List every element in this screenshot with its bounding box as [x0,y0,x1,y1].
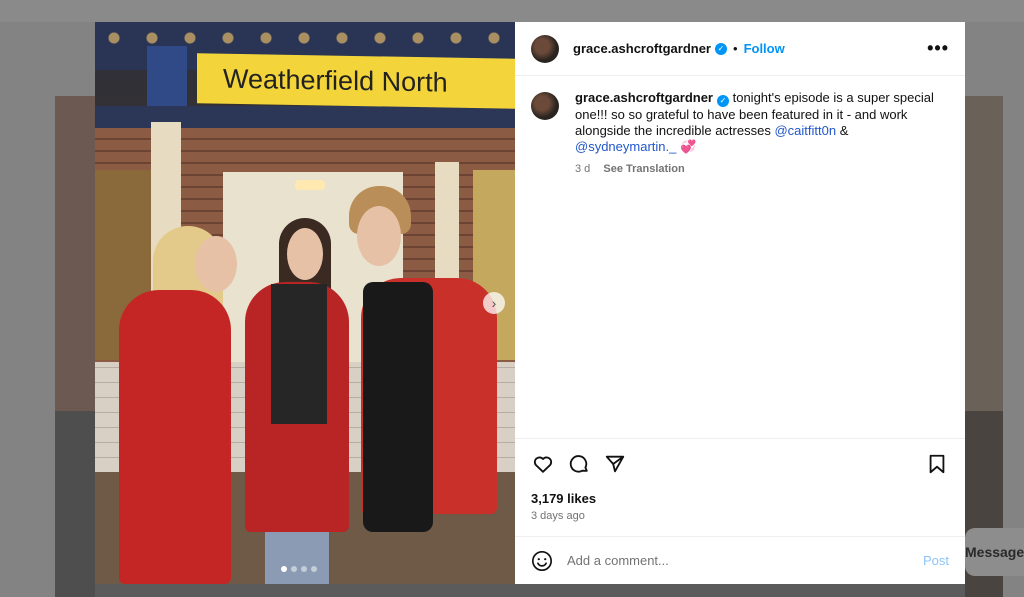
carousel-indicator [281,566,317,572]
emoji-picker-icon[interactable] [531,550,553,572]
background-post-tile [55,411,95,597]
post-actions-section: 3,179 likes 3 days ago [515,438,965,536]
caption-avatar[interactable] [531,92,559,120]
carousel-next-button[interactable]: › [483,292,505,314]
person-3-dress [363,282,433,532]
carousel-dot [311,566,317,572]
save-bookmark-icon[interactable] [925,452,949,476]
background-bottom [95,584,965,597]
caption-body: grace.ashcroftgardner ✓ tonight's episode… [575,90,945,424]
mention-link[interactable]: @sydneymartin._ [575,139,676,154]
station-sign-text: Weatherfield North [223,63,448,98]
person-2-face [287,228,323,280]
header-separator: • [733,41,738,56]
post-modal: Weatherfield North › grace.ashcroftgardn… [95,22,965,584]
comment-bar: Add a comment... Post [515,536,965,584]
comment-input[interactable]: Add a comment... [567,553,923,568]
more-options-icon[interactable]: ••• [927,38,949,59]
station-sign: Weatherfield North [197,53,515,109]
post-timestamp: 3 days ago [531,510,585,522]
caption-username[interactable]: grace.ashcroftgardner [575,90,713,105]
background-top [0,0,1024,22]
action-bar [531,449,949,479]
photo-door-light [295,180,325,190]
caption-age: 3 d [575,163,591,175]
photo-canopy-lights [95,28,515,48]
person-1-face [195,236,237,292]
author-avatar[interactable] [531,34,559,63]
follow-button[interactable]: Follow [744,41,785,56]
verified-badge-icon: ✓ [715,42,727,55]
caption-meta: 3 d See Translation [575,161,945,177]
see-translation-link[interactable]: See Translation [603,163,684,175]
author-username[interactable]: grace.ashcroftgardner [573,41,711,56]
mention-link[interactable]: @caitfitt0n [774,123,836,138]
background-post-tile [965,96,1003,411]
background-post-tile [55,96,95,411]
verified-badge-icon: ✓ [717,95,729,107]
messages-label: Messages [965,544,1024,560]
post-comment-button[interactable]: Post [923,553,949,568]
messages-button[interactable]: Messages [965,528,1024,576]
share-paper-plane-icon[interactable] [603,452,627,476]
post-details-panel: grace.ashcroftgardner ✓ • Follow ••• gra… [515,22,965,584]
post-caption: grace.ashcroftgardner ✓ tonight's episode… [515,76,965,438]
person-3-face [357,206,401,266]
post-header: grace.ashcroftgardner ✓ • Follow ••• [515,22,965,76]
like-count[interactable]: 3,179 likes [531,491,949,506]
carousel-dot [291,566,297,572]
person-2-top [271,284,327,424]
person-1-coat [119,290,231,584]
caption-text: & [836,123,849,138]
post-photo[interactable]: Weatherfield North › [95,22,515,584]
carousel-dot [301,566,307,572]
chevron-right-icon: › [491,295,497,311]
like-heart-icon[interactable] [531,452,555,476]
carousel-dot [281,566,287,572]
comment-bubble-icon[interactable] [567,452,591,476]
heart-emoji: 💞 [676,139,697,154]
